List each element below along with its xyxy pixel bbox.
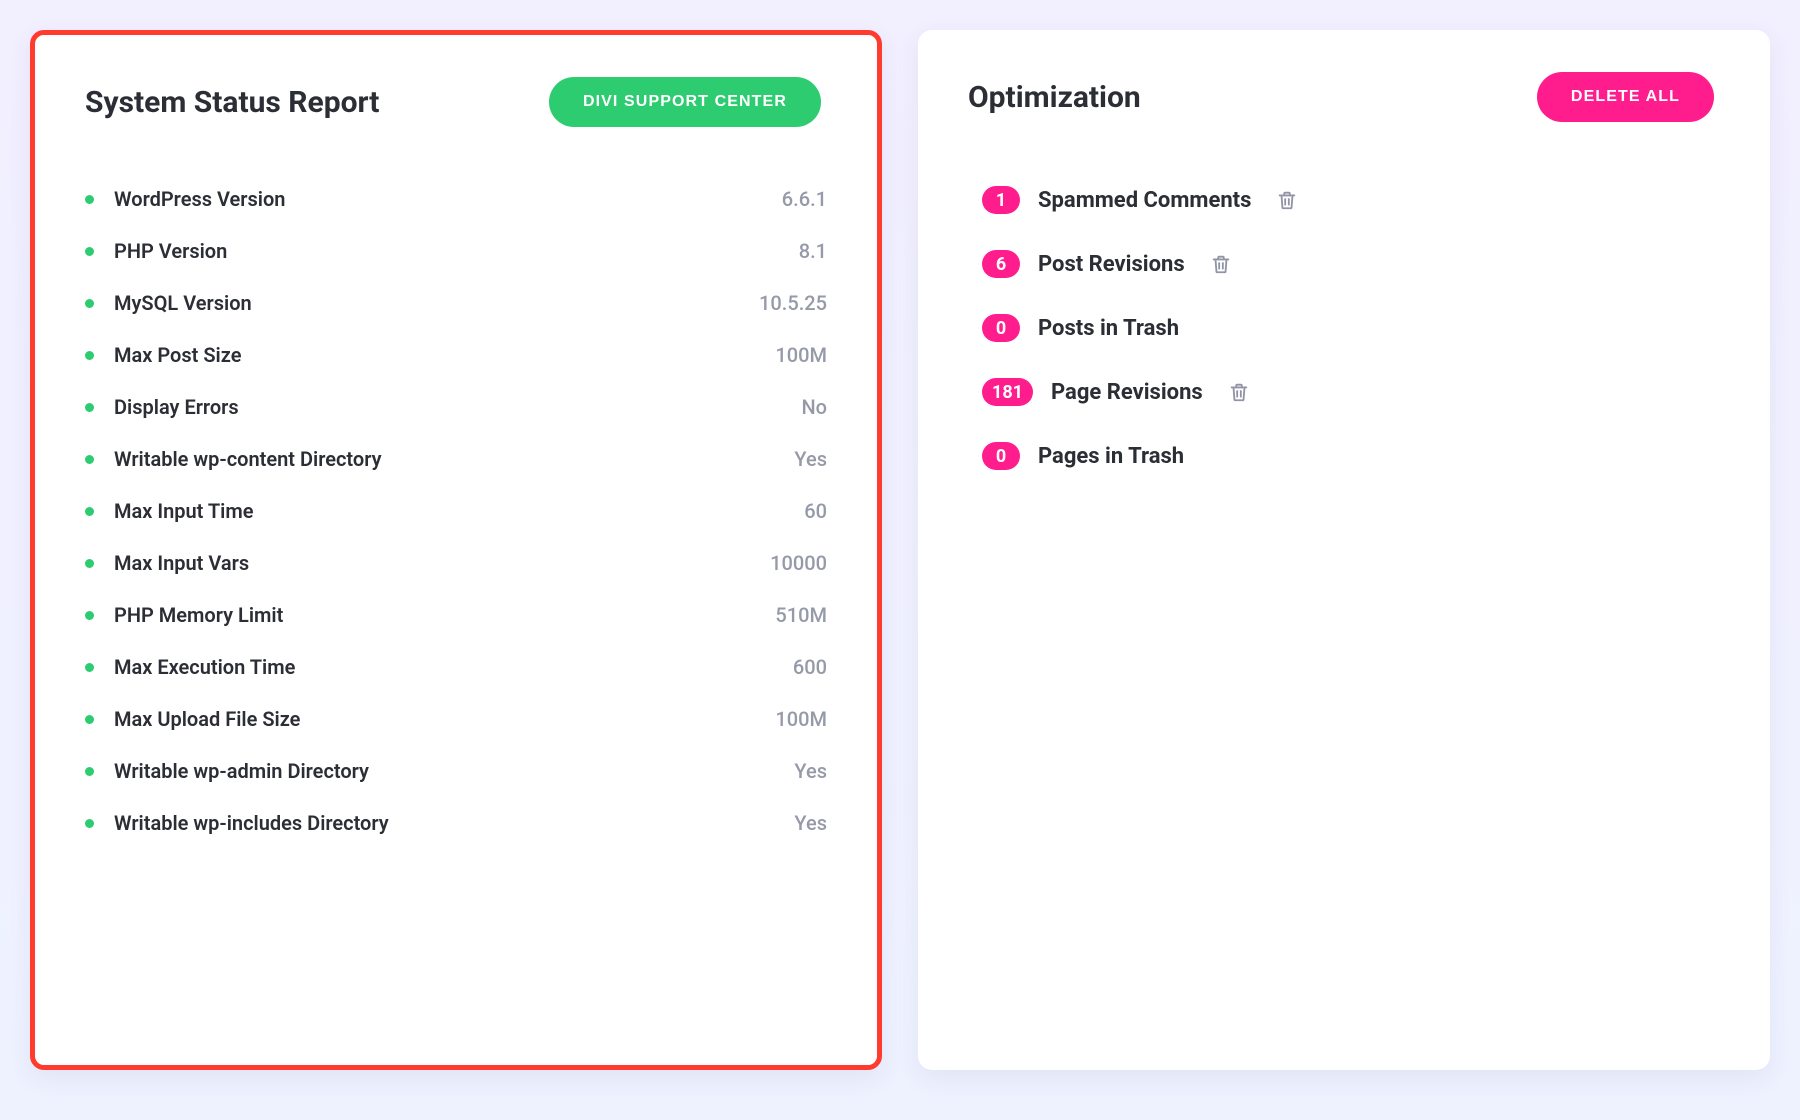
status-row: Max Input Vars10000 (85, 537, 827, 589)
status-row: Display ErrorsNo (85, 381, 827, 433)
status-label: WordPress Version (114, 187, 782, 211)
status-value: 6.6.1 (782, 187, 827, 211)
optimization-label: Page Revisions (1051, 380, 1203, 405)
system-status-list: WordPress Version6.6.1PHP Version8.1MySQ… (85, 173, 827, 849)
optimization-row: 0 Posts in Trash (982, 296, 1720, 360)
system-status-title: System Status Report (85, 85, 379, 120)
status-ok-icon (85, 455, 94, 464)
status-value: 10.5.25 (759, 291, 827, 315)
status-row: Max Upload File Size100M (85, 693, 827, 745)
status-ok-icon (85, 247, 94, 256)
status-row: Max Post Size100M (85, 329, 827, 381)
count-badge: 0 (982, 314, 1020, 342)
status-ok-icon (85, 767, 94, 776)
status-label: Max Post Size (114, 343, 775, 367)
status-value: 8.1 (799, 239, 827, 263)
optimization-row: 1 Spammed Comments (982, 168, 1720, 232)
status-label: PHP Version (114, 239, 799, 263)
optimization-label: Spammed Comments (1038, 188, 1251, 213)
status-value: 60 (804, 499, 827, 523)
optimization-label: Pages in Trash (1038, 444, 1184, 469)
status-row: PHP Memory Limit510M (85, 589, 827, 641)
status-row: PHP Version8.1 (85, 225, 827, 277)
status-label: Max Input Time (114, 499, 804, 523)
status-row: WordPress Version6.6.1 (85, 173, 827, 225)
delete-all-button[interactable]: Delete All (1537, 72, 1714, 122)
optimization-row: 181 Page Revisions (982, 360, 1720, 424)
status-label: Display Errors (114, 395, 801, 419)
trash-icon[interactable] (1273, 186, 1301, 214)
status-label: PHP Memory Limit (114, 603, 775, 627)
optimization-header: Optimization Delete All (968, 72, 1720, 122)
count-badge: 181 (982, 378, 1033, 406)
status-value: Yes (794, 811, 827, 835)
system-status-header: System Status Report Divi Support Center (85, 77, 827, 127)
status-label: Writable wp-includes Directory (114, 811, 794, 835)
status-row: Writable wp-includes DirectoryYes (85, 797, 827, 849)
status-value: 600 (793, 655, 827, 679)
status-value: No (801, 395, 827, 419)
status-ok-icon (85, 507, 94, 516)
status-label: Writable wp-admin Directory (114, 759, 794, 783)
status-value: 100M (775, 343, 827, 367)
status-value: 100M (775, 707, 827, 731)
status-ok-icon (85, 663, 94, 672)
status-ok-icon (85, 403, 94, 412)
divi-support-center-button[interactable]: Divi Support Center (549, 77, 821, 127)
optimization-label: Posts in Trash (1038, 316, 1179, 341)
status-row: MySQL Version10.5.25 (85, 277, 827, 329)
trash-icon[interactable] (1225, 378, 1253, 406)
trash-icon[interactable] (1207, 250, 1235, 278)
status-ok-icon (85, 195, 94, 204)
count-badge: 1 (982, 186, 1020, 214)
status-row: Max Execution Time600 (85, 641, 827, 693)
status-ok-icon (85, 819, 94, 828)
status-label: Max Input Vars (114, 551, 770, 575)
system-status-card: System Status Report Divi Support Center… (30, 30, 882, 1070)
status-ok-icon (85, 611, 94, 620)
optimization-card: Optimization Delete All 1 Spammed Comment… (918, 30, 1770, 1070)
optimization-title: Optimization (968, 80, 1141, 115)
status-label: Max Execution Time (114, 655, 793, 679)
status-ok-icon (85, 351, 94, 360)
status-value: Yes (794, 447, 827, 471)
status-label: Max Upload File Size (114, 707, 775, 731)
status-value: 10000 (770, 551, 827, 575)
count-badge: 0 (982, 442, 1020, 470)
optimization-label: Post Revisions (1038, 252, 1185, 277)
status-ok-icon (85, 715, 94, 724)
status-value: Yes (794, 759, 827, 783)
status-label: MySQL Version (114, 291, 759, 315)
optimization-row: 6 Post Revisions (982, 232, 1720, 296)
count-badge: 6 (982, 250, 1020, 278)
status-row: Writable wp-admin DirectoryYes (85, 745, 827, 797)
status-ok-icon (85, 559, 94, 568)
status-ok-icon (85, 299, 94, 308)
optimization-row: 0 Pages in Trash (982, 424, 1720, 488)
status-value: 510M (775, 603, 827, 627)
optimization-list: 1 Spammed Comments 6 Post Revisions 0 Posts i… (968, 168, 1720, 488)
status-row: Writable wp-content DirectoryYes (85, 433, 827, 485)
status-label: Writable wp-content Directory (114, 447, 794, 471)
status-row: Max Input Time60 (85, 485, 827, 537)
